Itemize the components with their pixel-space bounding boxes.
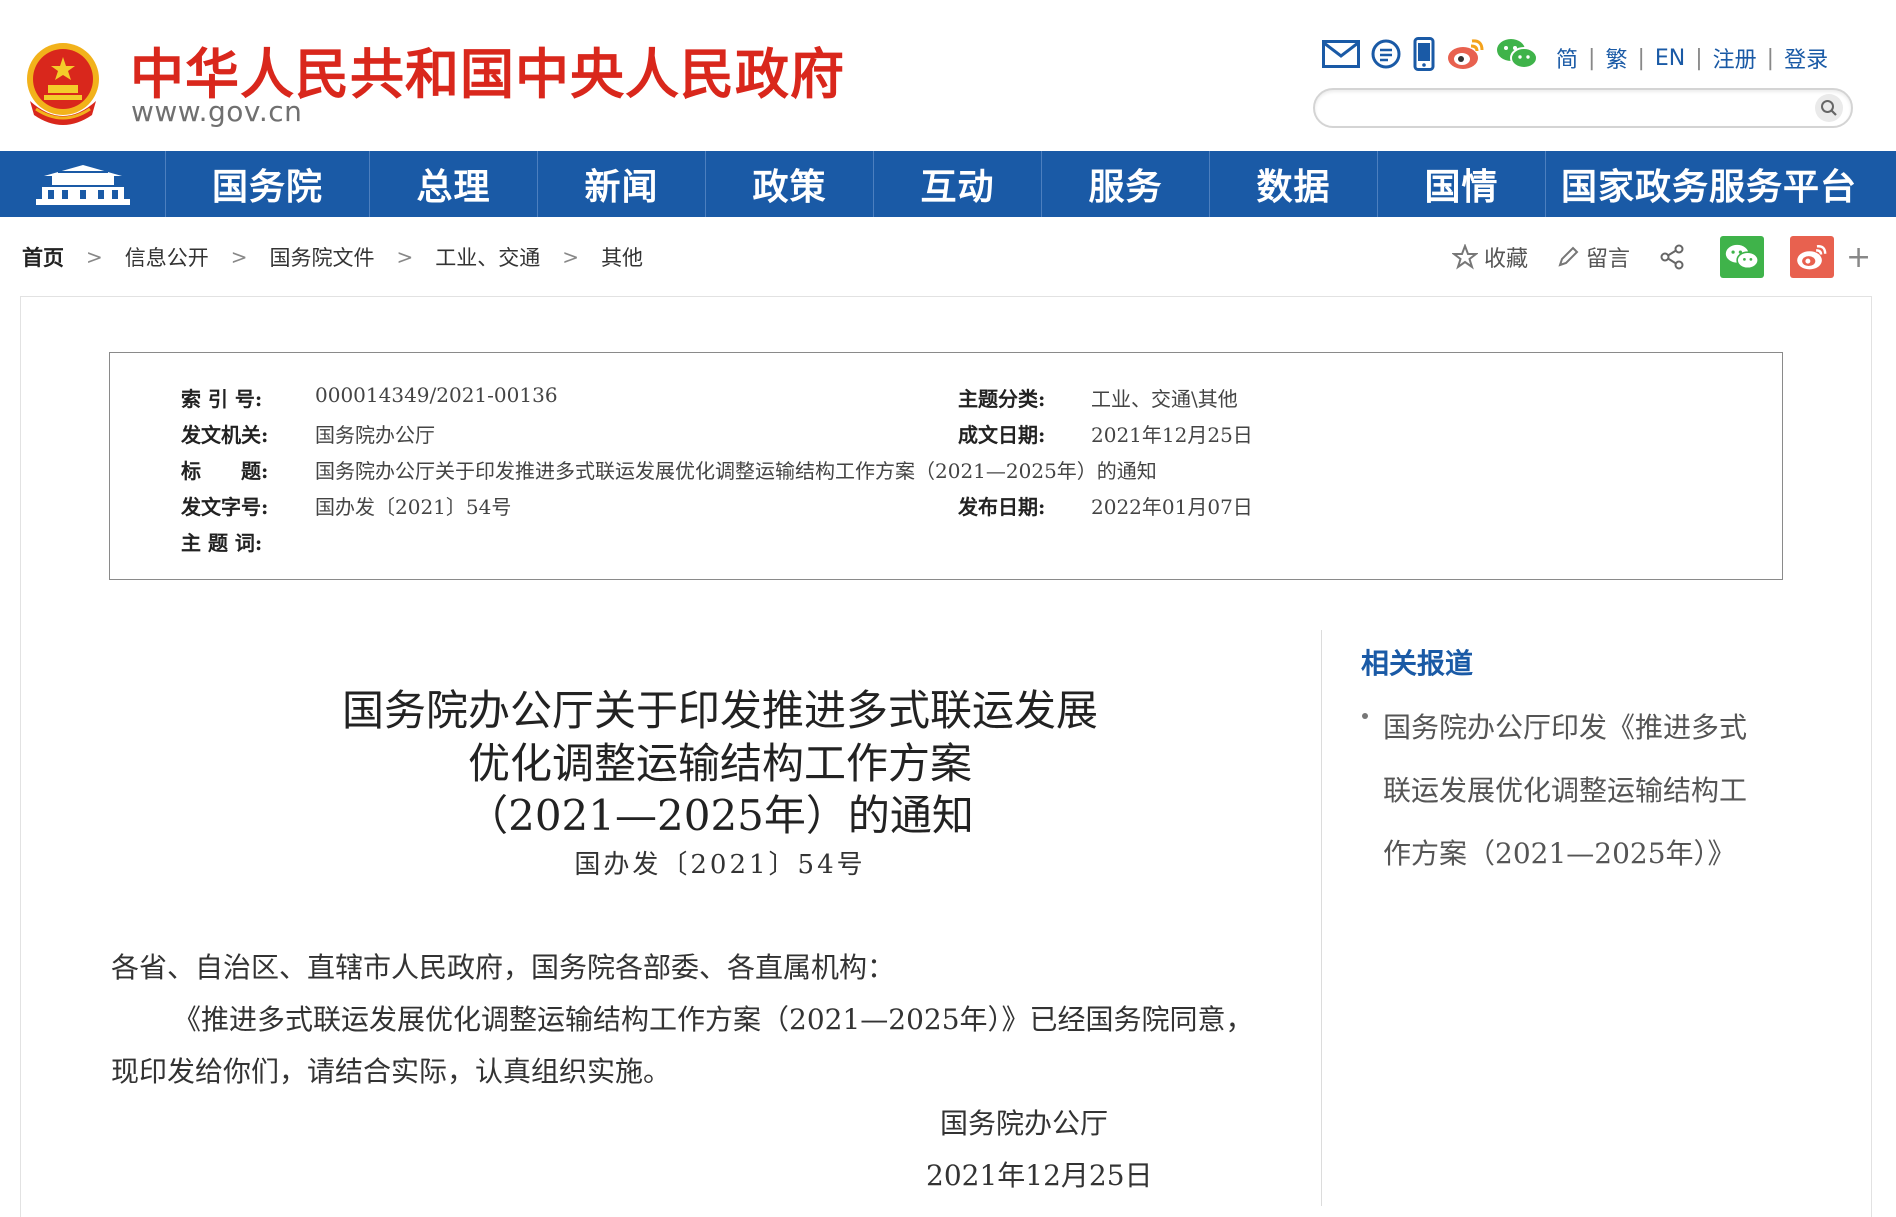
tiananmen-icon: [35, 165, 130, 205]
nav-item-national-conditions[interactable]: 国情: [1378, 151, 1546, 217]
lang-traditional-link[interactable]: 繁: [1605, 42, 1627, 74]
nav-item-gov-service-platform[interactable]: 国家政务服务平台: [1546, 151, 1872, 217]
mail-icon[interactable]: [1322, 40, 1360, 72]
nav-home[interactable]: [0, 151, 166, 217]
share-weibo-button[interactable]: [1790, 236, 1835, 278]
meta-docno-label: 发文字号:: [181, 495, 269, 519]
mobile-icon[interactable]: [1412, 37, 1436, 75]
document-sign-date: 2021年12月25日: [926, 1159, 1153, 1192]
document-signer: 国务院办公厅: [940, 1107, 1109, 1140]
nav-item-premier[interactable]: 总理: [370, 151, 538, 217]
related-item-line-3[interactable]: 作方案（2021—2025年）》: [1383, 832, 1736, 872]
nav-item-interaction[interactable]: 互动: [874, 151, 1042, 217]
weibo-icon[interactable]: [1446, 37, 1486, 75]
nav-item-services[interactable]: 服务: [1042, 151, 1210, 217]
chevron-right-icon: >: [562, 245, 580, 269]
breadcrumb: 首页 > 信息公开 > 国务院文件 > 工业、交通 > 其他: [22, 242, 643, 272]
meta-topic-label: 主题分类:: [958, 387, 1046, 411]
national-emblem-icon[interactable]: [22, 39, 104, 125]
nav-item-data[interactable]: 数据: [1210, 151, 1378, 217]
wechat-icon: [1725, 244, 1760, 270]
breadcrumb-home[interactable]: 首页: [22, 242, 64, 272]
share-icon: [1660, 244, 1684, 270]
document-body-line-2: 现印发给你们，请结合实际，认真组织实施。: [111, 1055, 672, 1088]
document-metadata-box: 索 引 号: 000014349/2021-00136 主题分类: 工业、交通\…: [109, 352, 1783, 580]
related-item-line-2[interactable]: 联运发展优化调整运输结构工: [1383, 769, 1747, 809]
document-title-line-3: （2021—2025年）的通知: [466, 791, 974, 840]
top-link-bar: 简 | 繁 | EN | 注册 | 登录: [1556, 42, 1828, 74]
site-domain: www.gov.cn: [131, 95, 303, 128]
share-button[interactable]: [1658, 243, 1692, 271]
more-share-plus-icon[interactable]: +: [1846, 240, 1871, 275]
meta-index-label: 索 引 号:: [181, 387, 263, 411]
chevron-right-icon: >: [230, 245, 248, 269]
sidebar-divider: [1321, 630, 1322, 1206]
weibo-icon: [1797, 244, 1827, 270]
top-icon-bar: [1322, 36, 1548, 76]
breadcrumb-other[interactable]: 其他: [601, 242, 643, 272]
divider: |: [1766, 45, 1775, 71]
divider: |: [1588, 45, 1596, 71]
meta-topic-value: 工业、交通\其他: [1091, 387, 1238, 411]
document-number: 国办发〔2021〕54号: [574, 850, 866, 880]
divider: |: [1637, 45, 1645, 71]
search-icon[interactable]: [1815, 94, 1843, 122]
share-wechat-button[interactable]: [1720, 236, 1765, 278]
pencil-icon: [1558, 246, 1579, 267]
meta-written-date-value: 2021年12月25日: [1091, 423, 1253, 447]
search-box: [1313, 88, 1853, 128]
lang-english-link[interactable]: EN: [1655, 46, 1685, 71]
message-icon[interactable]: [1370, 38, 1402, 74]
meta-index-value: 000014349/2021-00136: [315, 383, 558, 407]
meta-publish-date-value: 2022年01月07日: [1091, 495, 1253, 519]
article-tools: 收藏 留言 +: [1452, 236, 1871, 278]
divider: |: [1695, 45, 1703, 71]
favorite-button[interactable]: 收藏: [1452, 241, 1528, 273]
login-link[interactable]: 登录: [1784, 42, 1828, 74]
breadcrumb-industry-transport[interactable]: 工业、交通: [435, 242, 540, 272]
meta-issuer-value: 国务院办公厅: [315, 423, 435, 447]
nav-item-news[interactable]: 新闻: [538, 151, 706, 217]
wechat-icon[interactable]: [1496, 37, 1538, 75]
document-salutation: 各省、自治区、直辖市人民政府，国务院各部委、各直属机构：: [111, 951, 896, 984]
lang-simplified-link[interactable]: 简: [1556, 42, 1578, 74]
site-header: 中华人民共和国中央人民政府 www.gov.cn 简 | 繁 | EN | 注册…: [0, 0, 1896, 151]
register-link[interactable]: 注册: [1713, 42, 1757, 74]
meta-written-date-label: 成文日期:: [958, 423, 1046, 447]
comment-button[interactable]: 留言: [1556, 241, 1630, 273]
search-input[interactable]: [1331, 94, 1805, 124]
comment-label: 留言: [1586, 247, 1631, 272]
meta-title-label: 标 题:: [181, 459, 269, 483]
list-bullet: [1362, 713, 1368, 719]
breadcrumb-info-disclosure[interactable]: 信息公开: [125, 242, 209, 272]
chevron-right-icon: >: [86, 245, 103, 269]
meta-issuer-label: 发文机关:: [181, 423, 269, 447]
nav-item-state-council[interactable]: 国务院: [166, 151, 370, 217]
meta-docno-value: 国办发〔2021〕54号: [315, 495, 512, 519]
favorite-label: 收藏: [1484, 247, 1529, 272]
nav-item-policy[interactable]: 政策: [706, 151, 874, 217]
document-title-line-1: 国务院办公厅关于印发推进多式联运发展: [341, 686, 1098, 735]
star-icon: [1452, 244, 1478, 270]
meta-keywords-label: 主 题 词:: [181, 531, 263, 555]
document-body-line-1: 《推进多式联运发展优化调整运输结构工作方案（2021—2025年）》已经国务院同…: [173, 1003, 1254, 1036]
breadcrumb-state-council-docs[interactable]: 国务院文件: [270, 242, 375, 272]
related-item-line-1[interactable]: 国务院办公厅印发《推进多式: [1383, 706, 1747, 746]
chevron-right-icon: >: [396, 245, 414, 269]
meta-publish-date-label: 发布日期:: [958, 495, 1046, 519]
related-reports-title: 相关报道: [1361, 647, 1474, 680]
meta-title-value: 国务院办公厅关于印发推进多式联运发展优化调整运输结构工作方案（2021—2025…: [315, 459, 1157, 483]
main-nav: 国务院 总理 新闻 政策 互动 服务 数据 国情 国家政务服务平台: [0, 151, 1896, 217]
